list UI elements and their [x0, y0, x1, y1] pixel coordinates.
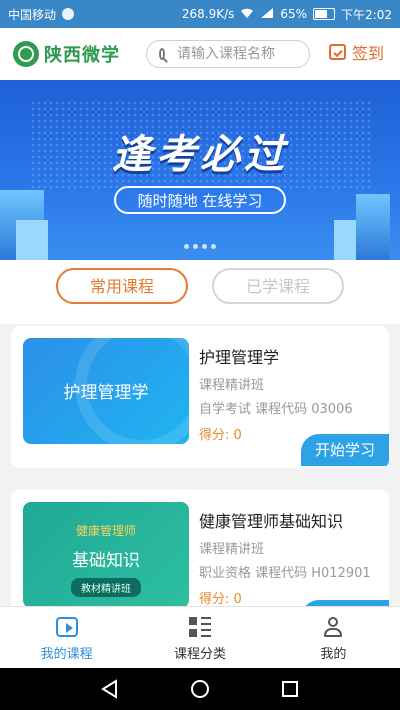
banner-building [356, 194, 390, 260]
thumb-title: 护理管理学 [63, 383, 149, 403]
tab-common-courses[interactable]: 常用课程 [56, 268, 188, 304]
course-score: 得分: 0 [199, 592, 242, 607]
pager-dot [184, 244, 189, 249]
user-icon [322, 617, 344, 637]
banner-building [16, 220, 48, 260]
category-icon [188, 617, 211, 637]
signin-button[interactable]: 签到 [328, 40, 384, 64]
pager-dot [211, 244, 216, 249]
nav-my-courses[interactable]: 我的课程 [0, 607, 133, 669]
pager-dot [193, 244, 198, 249]
nav-course-category[interactable]: 课程分类 [133, 607, 266, 669]
clock: 下午2:02 [341, 7, 392, 22]
nav-profile[interactable]: 我的 [267, 607, 400, 669]
thumb-title: 基础知识 [72, 551, 140, 571]
play-icon [55, 617, 78, 637]
nav-label: 我的 [320, 647, 347, 662]
recent-apps-icon[interactable] [280, 679, 300, 703]
logo-icon [13, 41, 39, 67]
back-icon[interactable] [100, 679, 120, 703]
notification-icon [62, 8, 75, 20]
network-speed: 268.9K/s [181, 7, 235, 21]
banner-pager [184, 244, 216, 249]
course-card[interactable]: 护理管理学 护理管理学 课程精讲班 自学考试 课程代码 03006 得分: 0 … [11, 326, 389, 468]
course-thumbnail[interactable]: 护理管理学 [23, 338, 189, 444]
nav-label: 我的课程 [40, 647, 93, 662]
banner-subtitle: 随时随地 在线学习 [114, 186, 286, 214]
promo-banner[interactable]: 逢考必过 随时随地 在线学习 [0, 80, 400, 260]
banner-title: 逢考必过 [112, 132, 288, 178]
course-meta: 自学考试 课程代码 03006 [199, 402, 353, 417]
signal-icon [260, 7, 274, 22]
course-thumbnail[interactable]: 健康管理师 基础知识 教材精讲班 [23, 502, 189, 608]
search-input[interactable] [175, 45, 309, 63]
signin-label: 签到 [351, 44, 384, 63]
app-logo: 陕西微学 [13, 41, 120, 67]
system-nav-bar [0, 668, 400, 710]
course-meta: 职业资格 课程代码 H012901 [199, 566, 371, 581]
nav-label: 课程分类 [173, 647, 226, 662]
pager-dot [202, 244, 207, 249]
home-icon[interactable] [190, 679, 210, 703]
battery-percent: 65% [280, 7, 308, 21]
carrier-label: 中国移动 [8, 7, 57, 22]
course-type: 课程精讲班 [199, 542, 265, 557]
battery-icon [313, 8, 336, 20]
banner-building [334, 220, 356, 260]
course-type: 课程精讲班 [199, 378, 265, 393]
course-name: 健康管理师基础知识 [199, 512, 344, 531]
course-tabs: 常用课程 已学课程 [0, 260, 400, 324]
thumb-tag: 教材精讲班 [71, 578, 141, 597]
course-name: 护理管理学 [199, 348, 280, 367]
logo-text: 陕西微学 [44, 45, 120, 66]
course-score: 得分: 0 [199, 428, 242, 443]
status-bar: 中国移动 268.9K/s 65% 下午2:02 [0, 0, 400, 28]
app-header: 陕西微学 签到 [0, 28, 400, 80]
bottom-nav: 我的课程 课程分类 我的 [0, 606, 400, 669]
calendar-check-icon [328, 44, 346, 60]
search-icon [159, 48, 165, 60]
thumb-subtitle: 健康管理师 [75, 524, 136, 538]
wifi-icon [240, 7, 254, 22]
tab-learned-courses[interactable]: 已学课程 [212, 268, 344, 304]
start-learning-button[interactable]: 开始学习 [301, 434, 389, 466]
search-box[interactable] [146, 40, 310, 68]
